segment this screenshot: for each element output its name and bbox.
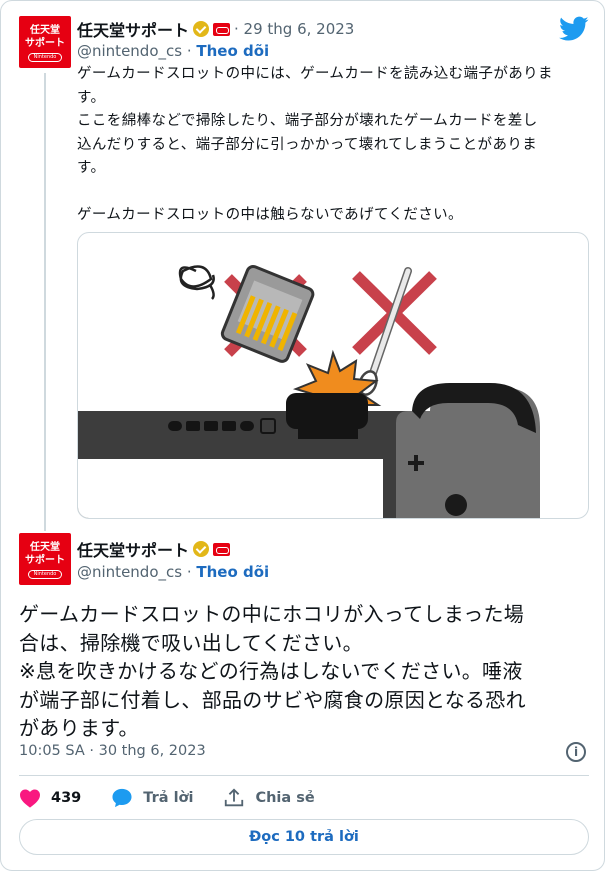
handle-row: @nintendo_cs · Theo dõi	[77, 563, 269, 581]
author-handle[interactable]: @nintendo_cs	[77, 42, 182, 60]
text-line: す。	[77, 89, 106, 106]
console-screen	[78, 459, 383, 518]
like-button[interactable]: 439	[19, 788, 81, 808]
avatar[interactable]: 任天堂 サポート Nintendo	[19, 533, 71, 585]
text-line: ゲームカードスロットの中にホコリが入ってしまった場	[19, 602, 525, 626]
author-name[interactable]: 任天堂サポート	[77, 537, 189, 561]
info-icon[interactable]: i	[566, 742, 586, 762]
read-replies-button[interactable]: Đọc 10 trả lời	[19, 819, 589, 855]
speech-bubble-icon	[112, 788, 132, 808]
share-label: Chia sẻ	[255, 790, 315, 806]
avatar-line-2: サポート	[25, 38, 65, 49]
dizzy-scribble	[178, 265, 215, 291]
like-count: 439	[51, 790, 82, 806]
illustration	[78, 264, 540, 518]
avatar-logo: Nintendo	[28, 570, 62, 579]
separator: ·	[182, 42, 197, 60]
text-line: ここを綿棒などで掃除したり、端子部分が壊れたゲームカードを差し	[77, 113, 538, 129]
tweet-date[interactable]: · 29 thg 6, 2023	[234, 20, 354, 38]
text-line: 合は、掃除機で吸い出してください。	[19, 630, 363, 655]
avatar-line-1: 任天堂	[30, 542, 60, 553]
tweet-media[interactable]	[77, 232, 589, 519]
tweet-timestamp[interactable]: 10:05 SA · 30 thg 6, 2023	[19, 743, 206, 759]
main-tweet-text: ゲームカードスロットの中にホコリが入ってしまった場 合は、掃除機で吸い出してくだ…	[19, 600, 591, 743]
nintendo-badge-icon	[213, 542, 231, 556]
joystick	[445, 494, 467, 516]
heart-icon	[20, 789, 40, 808]
author-name[interactable]: 任天堂サポート	[77, 17, 189, 41]
text-line: があります。	[19, 716, 139, 740]
avatar-line-2: サポート	[25, 555, 65, 566]
author-handle[interactable]: @nintendo_cs	[77, 563, 182, 581]
divider	[19, 775, 589, 776]
follow-button[interactable]: Theo dõi	[196, 563, 269, 581]
dizzy-scribble-tail	[208, 284, 215, 300]
author-row: 任天堂サポート · 29 thg 6, 2023	[77, 17, 354, 41]
nintendo-badge-icon	[213, 22, 231, 36]
reply-button[interactable]: Trả lời	[111, 787, 193, 809]
text-line: ゲームカードスロットの中は触らないであげてください。	[77, 207, 463, 223]
text-line: す。	[77, 160, 106, 176]
text-line: ゲームカードスロットの中には、ゲームカードを読み込む端子がありま	[77, 66, 553, 82]
follow-button[interactable]: Theo dõi	[196, 42, 269, 60]
action-bar: 439 Trả lời Chia sẻ	[19, 785, 345, 811]
share-button[interactable]: Chia sẻ	[223, 787, 315, 809]
verified-icon	[193, 21, 210, 37]
thread-line	[44, 73, 46, 531]
reply-label: Trả lời	[143, 790, 194, 806]
text-line: が端子部に付着し、部品のサビや腐食の原因となる恐れ	[19, 687, 526, 712]
avatar-line-1: 任天堂	[30, 25, 60, 36]
handle-row: @nintendo_cs · Theo dõi	[77, 42, 269, 60]
text-line: 込んだりすると、端子部分に引っかかって壊れてしまうことがありま	[77, 136, 538, 153]
avatar-logo: Nintendo	[28, 53, 62, 62]
slot-base	[298, 421, 358, 439]
verified-icon	[193, 541, 210, 557]
avatar[interactable]: 任天堂 サポート Nintendo	[19, 16, 71, 68]
text-line: ※息を吹きかけるなどの行為はしないでください。唾液	[19, 659, 523, 683]
author-row: 任天堂サポート	[77, 537, 231, 561]
quoted-tweet-text: ゲームカードスロットの中には、ゲームカードを読み込む端子がありま す。 ここを綿…	[77, 63, 592, 228]
tweet-card: 任天堂 サポート Nintendo 任天堂サポート · 29 thg 6, 20…	[0, 0, 605, 871]
separator: ·	[182, 563, 197, 581]
text-line	[77, 181, 592, 205]
share-upload-icon	[225, 788, 244, 807]
twitter-bird-icon[interactable]	[559, 15, 589, 43]
